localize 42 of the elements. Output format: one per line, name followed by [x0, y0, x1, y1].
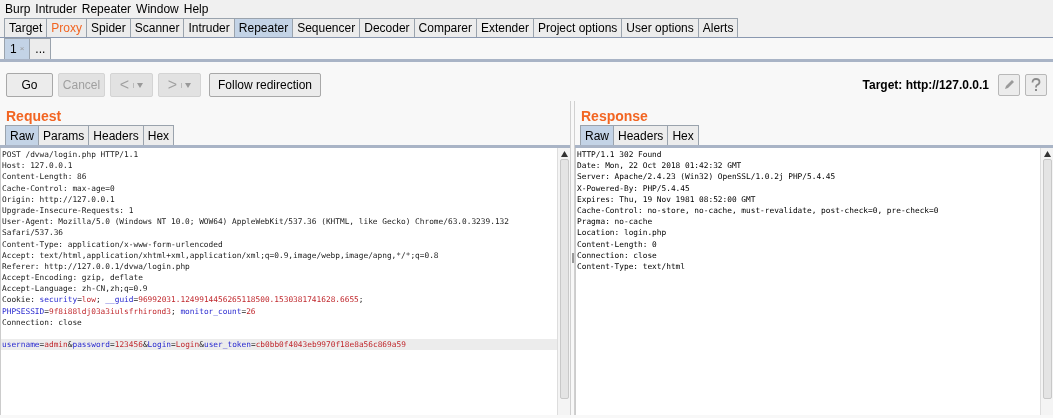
- menu-item[interactable]: Repeater: [81, 0, 132, 18]
- editor-tab[interactable]: Params: [38, 125, 90, 145]
- menu-item[interactable]: Intruder: [35, 0, 77, 18]
- tab[interactable]: Spider: [86, 18, 131, 37]
- scroll-bar[interactable]: [557, 148, 570, 415]
- scroll-up-icon[interactable]: [1043, 151, 1051, 157]
- tab[interactable]: Project options: [532, 18, 623, 37]
- edit-button[interactable]: [998, 74, 1020, 96]
- tab[interactable]: Sequencer: [292, 18, 361, 37]
- editor-tab[interactable]: Hex: [667, 125, 699, 145]
- tab[interactable]: Alerts: [697, 18, 739, 37]
- menu-item[interactable]: Window: [136, 0, 179, 18]
- editor-tab[interactable]: Hex: [142, 125, 175, 145]
- tab[interactable]: Decoder: [359, 18, 415, 37]
- tab[interactable]: Extender: [475, 18, 534, 37]
- tab-label: 1: [10, 41, 17, 58]
- editor-tab[interactable]: Raw: [580, 125, 614, 145]
- menu-item[interactable]: Burp: [5, 0, 31, 18]
- tab[interactable]: Repeater: [233, 18, 294, 37]
- scroll-up-icon[interactable]: [560, 151, 568, 157]
- go-button[interactable]: Go: [6, 73, 53, 97]
- pencil-icon: [1003, 79, 1015, 91]
- follow-redirection-button[interactable]: Follow redirection: [209, 73, 322, 97]
- pane-title: Response: [580, 106, 649, 126]
- help-icon: [1031, 78, 1041, 92]
- tab[interactable]: Intruder: [183, 18, 235, 37]
- tab[interactable]: Scanner: [129, 18, 185, 37]
- target-label: Target: http://127.0.0.1: [862, 77, 989, 94]
- editor-tab[interactable]: Headers: [613, 125, 669, 145]
- editor-tab[interactable]: Headers: [88, 125, 144, 145]
- tab[interactable]: Comparer: [413, 18, 477, 37]
- tab-label: ...: [35, 41, 46, 58]
- menu-item[interactable]: Help: [183, 0, 209, 18]
- scroll-bar[interactable]: [1040, 148, 1053, 415]
- tab[interactable]: Target: [4, 18, 48, 37]
- tab[interactable]: User options: [621, 18, 699, 37]
- pane-title: Request: [5, 106, 63, 126]
- sub-tab[interactable]: ...: [29, 38, 52, 59]
- help-button[interactable]: [1025, 74, 1047, 96]
- editor-tab[interactable]: Raw: [5, 125, 39, 145]
- splitter-handle[interactable]: [571, 253, 574, 263]
- sub-tab[interactable]: 1 ×: [4, 38, 31, 59]
